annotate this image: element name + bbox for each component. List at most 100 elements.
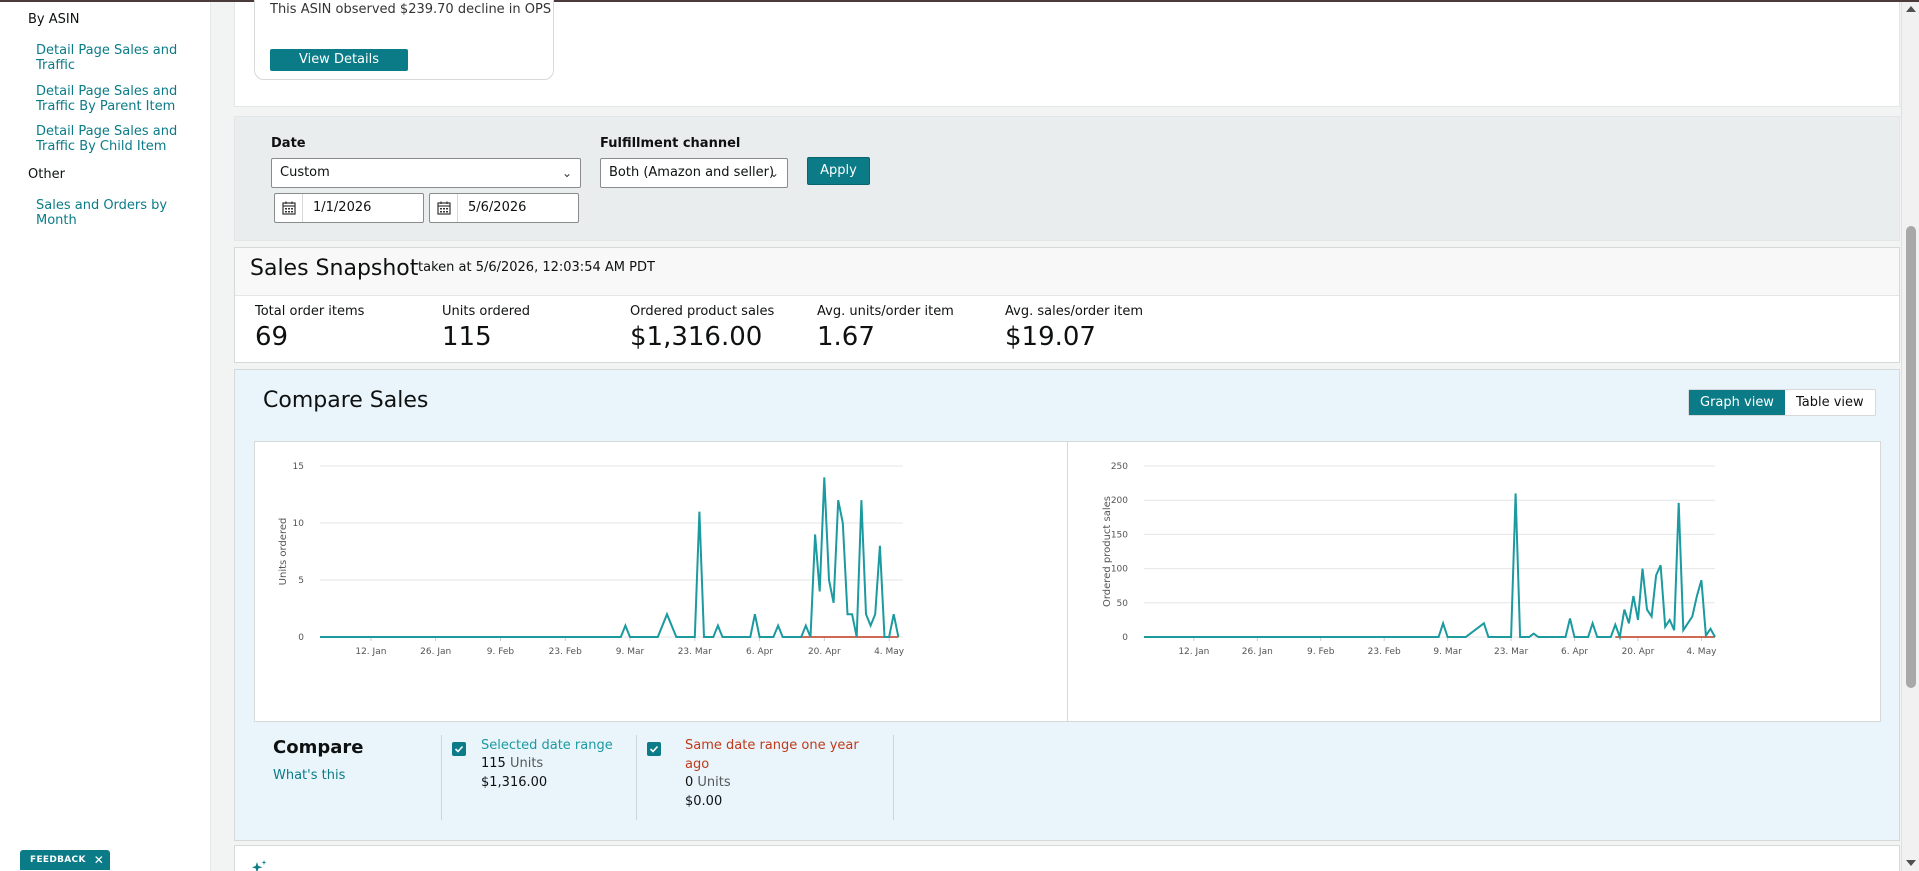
calendar-icon[interactable] [275, 194, 303, 222]
whats-this-link[interactable]: What's this [273, 768, 345, 783]
legend-units-label: Units [697, 775, 731, 790]
sidebar-link-line: Detail Page Sales and [36, 84, 178, 99]
metric-label-units-ordered: Units ordered [442, 304, 530, 319]
compare-label: Compare [273, 737, 364, 758]
y-tick-label: 5 [298, 576, 304, 586]
graph-view-button[interactable]: Graph view [1689, 390, 1785, 415]
x-tick-label: 20. Apr [808, 647, 841, 657]
scroll-down-arrow-icon[interactable] [1906, 860, 1916, 866]
calendar-icon[interactable] [430, 194, 458, 222]
previous-year-checkbox[interactable] [647, 742, 661, 756]
table-view-button[interactable]: Table view [1785, 390, 1875, 415]
feedback-tab[interactable]: FEEDBACK ✕ [20, 850, 111, 870]
next-section-panel [234, 845, 1900, 871]
units-ordered-chart-svg: 0 5 10 15 12. Jan 26. Jan 9. Feb 23. Feb 9. Mar 2… [278, 462, 905, 657]
metric-label-avg-sales-per-order-item: Avg. sales/order item [1005, 304, 1144, 319]
sidebar-header-other: Other [28, 167, 65, 182]
legend-divider [893, 735, 894, 820]
legend-selected-units: 115 Units [481, 756, 543, 771]
legend-same-range-one-year-ago: Same date range one year ago [685, 736, 865, 774]
end-date-input[interactable]: 5/6/2026 [429, 193, 579, 223]
metric-value-units-ordered: 115 [442, 322, 492, 352]
x-tick-label: 6. Apr [1561, 647, 1588, 657]
x-tick-label: 12. Jan [355, 647, 386, 657]
fulfillment-channel-label: Fulfillment channel [600, 136, 741, 151]
date-range-select[interactable]: Custom ⌄ [271, 158, 581, 188]
sidebar-link-by-parent-item[interactable]: Detail Page Sales and Traffic By Parent … [36, 84, 186, 114]
sidebar-link-line: Detail Page Sales and [36, 124, 178, 139]
view-toggle: Graph view Table view [1688, 389, 1876, 416]
x-tick-label: 9. Feb [487, 647, 515, 657]
scroll-thumb[interactable] [1906, 226, 1916, 688]
sidebar-link-line: Sales and Orders by [36, 198, 168, 213]
legend-units-label: Units [509, 756, 544, 771]
apply-button[interactable]: Apply [807, 157, 870, 185]
x-tick-label: 23. Mar [1494, 647, 1528, 657]
legend-divider [636, 735, 637, 820]
legend-units-value: 0 [685, 775, 694, 790]
sidebar: By ASIN Detail Page Sales and Traffic De… [0, 2, 211, 871]
snapshot-title: Sales Snapshot [250, 256, 419, 281]
units-ordered-chart: 0 5 10 15 12. Jan 26. Jan 9. Feb 23. Feb 9. Mar 2… [254, 441, 1068, 722]
fulfillment-channel-select[interactable]: Both (Amazon and seller) ⌄ [600, 158, 788, 188]
metric-value-ordered-product-sales: $1,316.00 [630, 322, 763, 352]
y-tick-label: 200 [1111, 496, 1128, 506]
sparkle-icon [252, 860, 267, 871]
sidebar-link-line: Month [36, 213, 77, 228]
ordered-product-sales-chart-svg: 0 50 100 150 200 250 12. Jan 26. Jan 9. Feb 23. F… [1102, 462, 1717, 657]
fulfillment-channel-value: Both (Amazon and seller) [609, 165, 775, 180]
insight-text: This ASIN observed $239.70 decline in OP… [270, 2, 552, 17]
sidebar-link-sales-orders-by-month[interactable]: Sales and Orders by Month [36, 198, 186, 228]
legend-selected-sales: $1,316.00 [481, 775, 548, 790]
series-line-selected-range [1144, 493, 1716, 641]
sales-snapshot: Sales Snapshot taken at 5/6/2026, 12:03:… [234, 247, 1900, 363]
snapshot-timestamp: taken at 5/6/2026, 12:03:54 AM PDT [418, 260, 655, 275]
legend-divider [441, 735, 442, 820]
y-axis-label: Ordered product sales [1102, 496, 1113, 607]
check-icon [454, 745, 464, 753]
sidebar-link-line: Traffic By Child Item [36, 139, 167, 154]
start-date-value: 1/1/2026 [313, 200, 372, 215]
legend-selected-date-range: Selected date range [481, 738, 613, 753]
ordered-product-sales-chart: 0 50 100 150 200 250 12. Jan 26. Jan 9. Feb 23. F… [1067, 441, 1881, 722]
legend-units-value: 115 [481, 756, 506, 771]
metric-value-avg-sales-per-order-item: $19.07 [1005, 322, 1096, 352]
chevron-down-icon: ⌄ [768, 166, 779, 180]
end-date-value: 5/6/2026 [468, 200, 527, 215]
y-tick-label: 250 [1111, 462, 1128, 472]
close-icon[interactable]: ✕ [94, 850, 104, 870]
legend-name-line: ago [685, 757, 710, 772]
feedback-label: FEEDBACK [30, 855, 86, 865]
x-tick-label: 20. Apr [1622, 647, 1655, 657]
sidebar-link-line: Detail Page Sales and [36, 43, 178, 58]
x-tick-label: 4. May [1686, 647, 1717, 657]
compare-sales-title: Compare Sales [263, 388, 429, 413]
x-tick-label: 9. Feb [1307, 647, 1335, 657]
metric-label-ordered-product-sales: Ordered product sales [630, 304, 775, 319]
y-tick-label: 100 [1111, 565, 1128, 575]
sidebar-link-line: Traffic [36, 58, 76, 73]
vertical-scrollbar[interactable] [1901, 2, 1919, 871]
check-icon [649, 745, 659, 753]
view-details-button[interactable]: View Details [270, 49, 408, 71]
y-tick-label: 10 [293, 519, 305, 529]
x-tick-label: 23. Mar [678, 647, 712, 657]
sidebar-link-detail-page-sales-traffic[interactable]: Detail Page Sales and Traffic [36, 43, 186, 73]
x-tick-label: 9. Mar [1433, 647, 1462, 657]
chevron-down-icon: ⌄ [561, 166, 572, 180]
sidebar-link-by-child-item[interactable]: Detail Page Sales and Traffic By Child I… [36, 124, 186, 154]
start-date-input[interactable]: 1/1/2026 [274, 193, 424, 223]
y-axis-label: Units ordered [278, 518, 289, 586]
series-line-selected-range [320, 477, 900, 638]
x-tick-label: 4. May [874, 647, 905, 657]
y-tick-label: 50 [1117, 599, 1129, 609]
metric-value-avg-units-per-order-item: 1.67 [817, 322, 875, 352]
scroll-up-arrow-icon[interactable] [1906, 6, 1916, 12]
selected-date-range-checkbox[interactable] [452, 742, 466, 756]
x-tick-label: 9. Mar [616, 647, 645, 657]
x-tick-label: 23. Feb [549, 647, 582, 657]
date-label: Date [271, 136, 306, 151]
x-tick-label: 6. Apr [746, 647, 773, 657]
x-tick-label: 26. Jan [1242, 647, 1273, 657]
metric-value-total-order-items: 69 [255, 322, 289, 352]
